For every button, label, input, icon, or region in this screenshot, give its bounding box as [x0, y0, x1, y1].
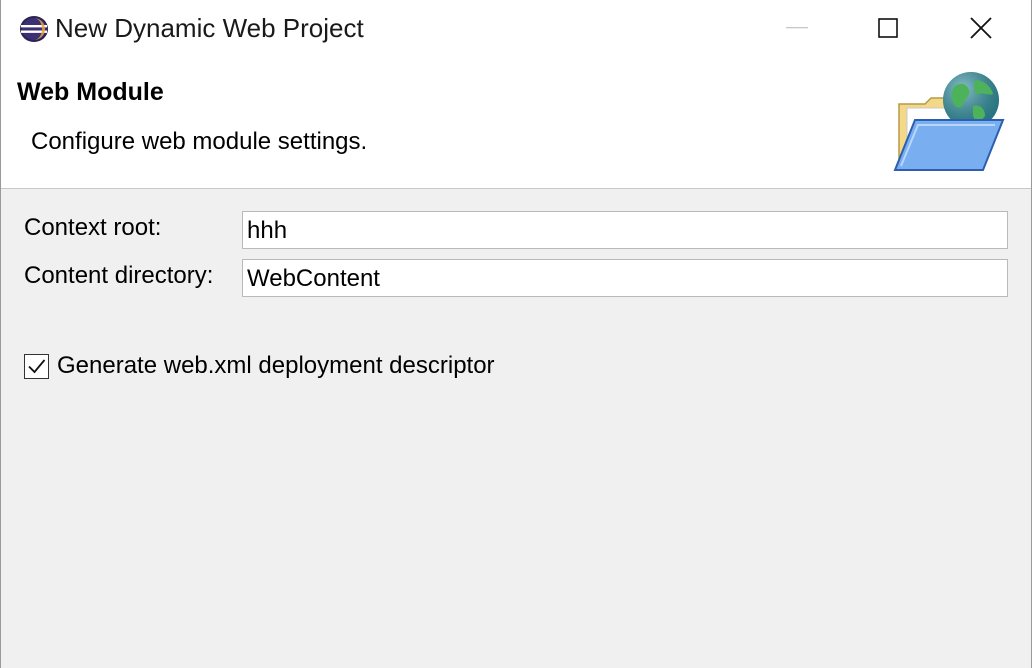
generate-web-xml-checkbox[interactable]: [24, 353, 49, 379]
page-description: Configure web module settings.: [31, 128, 368, 155]
window-title: New Dynamic Web Project: [55, 13, 364, 43]
page-title: Web Module: [17, 78, 164, 106]
content-directory-input[interactable]: [242, 259, 1008, 297]
generate-web-xml-option[interactable]: Generate web.xml deployment descriptor: [24, 351, 495, 381]
eclipse-icon: [19, 15, 49, 43]
close-button[interactable]: [934, 0, 1028, 56]
dialog-window: New Dynamic Web Project Web Module Confi…: [0, 0, 1032, 668]
wizard-header: Web Module Configure web module settings…: [1, 56, 1031, 189]
minimize-button[interactable]: [750, 0, 844, 56]
generate-web-xml-label: Generate web.xml deployment descriptor: [57, 352, 495, 379]
checkmark-icon: [28, 358, 46, 373]
minimize-icon: [786, 27, 808, 29]
context-root-label: Context root:: [24, 214, 162, 241]
content-directory-label: Content directory:: [24, 262, 214, 289]
title-bar: New Dynamic Web Project: [1, 0, 1031, 56]
web-folder-globe-icon: [885, 70, 1009, 176]
context-root-input[interactable]: [242, 211, 1008, 249]
close-icon: [970, 17, 992, 39]
maximize-icon: [878, 18, 898, 38]
maximize-button[interactable]: [841, 0, 935, 56]
